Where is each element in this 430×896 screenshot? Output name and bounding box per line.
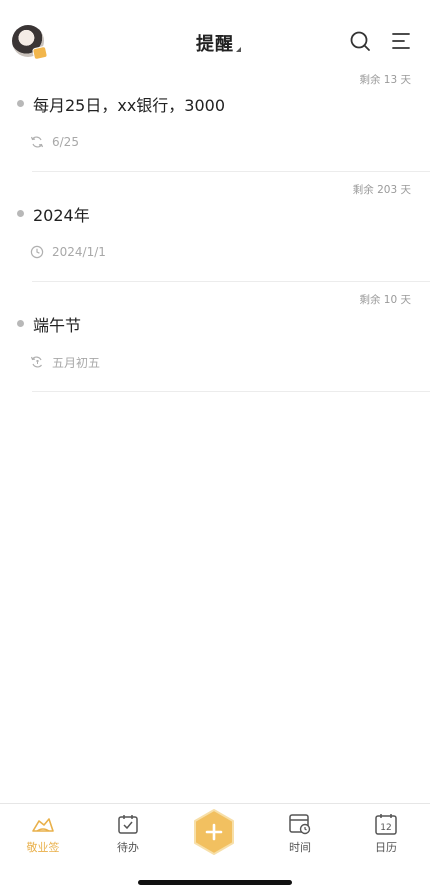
remaining-days: 剩余 13 天 xyxy=(359,74,411,86)
reminder-title: 端午节 xyxy=(33,316,82,335)
tab-label: 时间 xyxy=(289,841,311,854)
reminder-title: 每月25日，xx银行，3000 xyxy=(33,96,226,115)
time-icon xyxy=(289,814,311,835)
lunar-repeat-icon xyxy=(30,356,42,368)
reminder-date: 6/25 xyxy=(52,135,79,149)
divider xyxy=(32,281,430,282)
tab-note[interactable]: 敬业签 xyxy=(13,812,73,858)
home-indicator xyxy=(138,880,292,885)
reminder-item[interactable]: 剩余 203 天 2024年 2024/1/1 xyxy=(0,182,430,292)
menu-icon[interactable] xyxy=(391,31,411,51)
reminder-title: 2024年 xyxy=(33,206,90,225)
repeat-icon xyxy=(30,136,44,148)
tab-todo[interactable]: 待办 xyxy=(98,812,158,858)
header: 提醒 xyxy=(0,18,430,64)
reminder-date: 2024/1/1 xyxy=(52,245,106,259)
note-icon xyxy=(32,818,54,832)
bullet-dot xyxy=(17,210,24,217)
calendar-icon: 12 xyxy=(375,814,397,835)
reminder-date: 五月初五 xyxy=(52,355,101,370)
bullet-dot xyxy=(17,100,24,107)
tab-calendar[interactable]: 12 日历 xyxy=(356,812,416,858)
tab-label: 日历 xyxy=(375,841,397,854)
reminder-meta: 五月初五 xyxy=(30,354,100,370)
reminder-item[interactable]: 剩余 10 天 端午节 五月初五 xyxy=(0,292,430,402)
reminder-screen: 提醒 剩余 13 天 每月25日，xx银行，3000 6/25 剩余 203 天… xyxy=(0,0,430,896)
reminder-item[interactable]: 剩余 13 天 每月25日，xx银行，3000 6/25 xyxy=(0,72,430,182)
todo-icon xyxy=(118,815,138,834)
reminder-meta: 6/25 xyxy=(30,134,79,150)
remaining-days: 剩余 10 天 xyxy=(359,294,411,306)
bullet-dot xyxy=(17,320,24,327)
add-button[interactable] xyxy=(190,808,238,856)
reminder-meta: 2024/1/1 xyxy=(30,244,106,260)
calendar-day: 12 xyxy=(380,823,391,833)
search-icon[interactable] xyxy=(349,30,371,52)
tab-label: 敬业签 xyxy=(26,841,60,854)
divider xyxy=(32,391,430,392)
title-dropdown-caret-icon[interactable] xyxy=(236,47,241,52)
tab-time[interactable]: 时间 xyxy=(270,812,330,858)
remaining-days: 剩余 203 天 xyxy=(352,184,411,196)
tab-label: 待办 xyxy=(117,841,139,854)
clock-icon xyxy=(30,245,44,259)
divider xyxy=(32,171,430,172)
bottom-tab-bar: 敬业签 待办 时间 12 日历 xyxy=(0,803,430,861)
